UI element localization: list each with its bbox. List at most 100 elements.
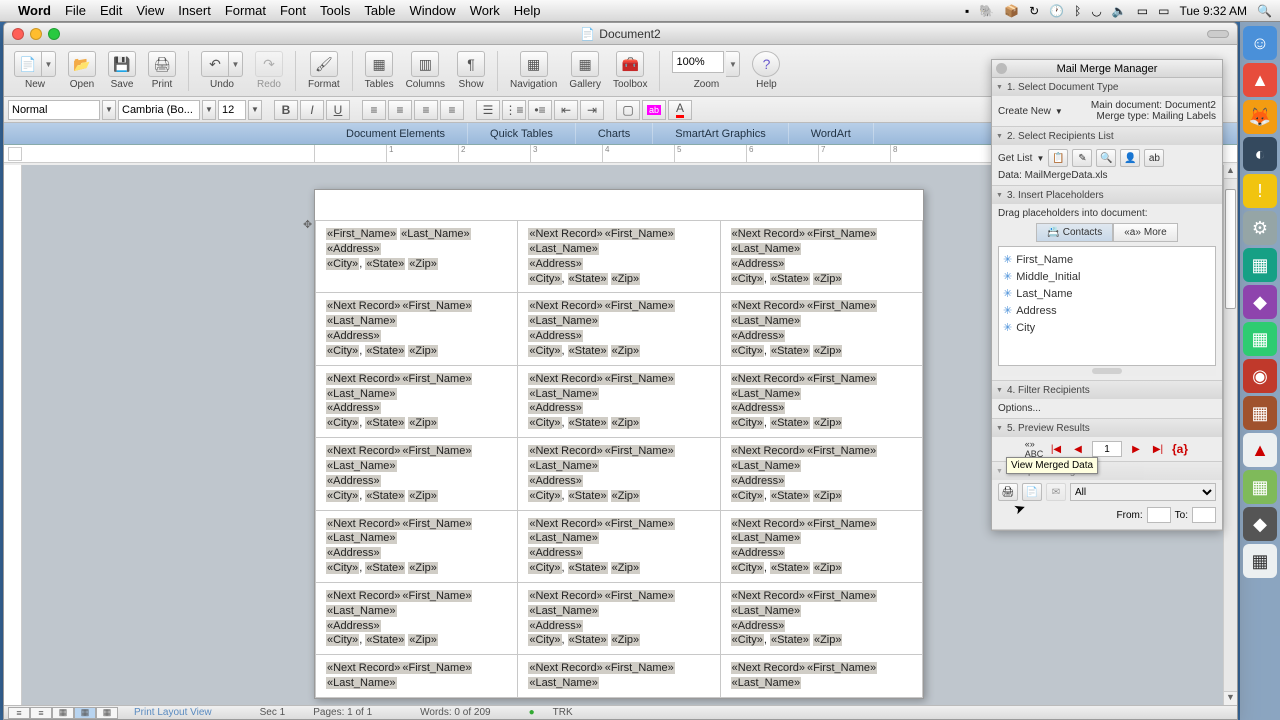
vertical-scrollbar[interactable]: ▲ ▼ <box>1223 165 1237 705</box>
menu-file[interactable]: File <box>65 3 86 18</box>
show-button[interactable]: ¶ <box>457 51 485 77</box>
first-record[interactable]: |◀ <box>1048 441 1064 457</box>
dock-app-11[interactable]: ▦ <box>1243 544 1277 578</box>
create-new-button[interactable]: Create New <box>998 106 1051 117</box>
from-input[interactable] <box>1147 507 1171 523</box>
minimize-button[interactable] <box>30 28 42 40</box>
label-cell[interactable]: «Next Record»«First_Name»«Last_Name»«Add… <box>316 365 518 437</box>
navigation-button[interactable]: ▦ <box>520 51 548 77</box>
merge-doc-icon[interactable]: 📄 <box>1022 483 1042 501</box>
view-outline[interactable]: ≡ <box>30 707 52 719</box>
options-link[interactable]: Options... <box>998 403 1041 414</box>
merge-range-select[interactable]: All <box>1070 483 1216 501</box>
get-list-button[interactable]: Get List <box>998 153 1032 164</box>
format-button[interactable]: 🖌 <box>310 51 338 77</box>
trk-label[interactable]: TRK <box>553 707 573 718</box>
clock[interactable]: Tue 9:32 AM <box>1179 4 1247 18</box>
label-cell[interactable]: «Next Record»«First_Name»«Last_Name» <box>720 655 922 698</box>
mm-person-icon[interactable]: 👤 <box>1120 149 1140 167</box>
bluetooth-icon[interactable]: ᛒ <box>1074 4 1081 18</box>
titlebar[interactable]: Document2 <box>4 23 1237 45</box>
view-publishing[interactable]: ▦ <box>52 707 74 719</box>
menu-format[interactable]: Format <box>225 3 266 18</box>
bold-button[interactable]: B <box>274 100 298 120</box>
align-justify-button[interactable]: ≡ <box>440 100 464 120</box>
menu-insert[interactable]: Insert <box>178 3 211 18</box>
dock-app-5[interactable]: ◆ <box>1243 285 1277 319</box>
save-button[interactable]: 💾 <box>108 51 136 77</box>
menu-window[interactable]: Window <box>409 3 455 18</box>
label-cell[interactable]: «Next Record»«First_Name»«Last_Name»«Add… <box>518 365 720 437</box>
label-cell[interactable]: «Next Record»«First_Name»«Last_Name» <box>518 655 720 698</box>
vertical-ruler[interactable] <box>4 165 22 705</box>
view-notebook[interactable]: ▦ <box>96 707 118 719</box>
next-record[interactable]: ▶ <box>1128 441 1144 457</box>
dock-app-7[interactable]: ◉ <box>1243 359 1277 393</box>
field-city[interactable]: City <box>1003 319 1211 336</box>
toolbox-button[interactable]: 🧰 <box>616 51 644 77</box>
dock-app-10[interactable]: ◆ <box>1243 507 1277 541</box>
dock-app-2[interactable]: ◐ <box>1243 137 1277 171</box>
style-select[interactable]: Normal <box>8 100 100 120</box>
page[interactable]: ✥ «First_Name» «Last_Name»«Address»«City… <box>314 189 924 699</box>
undo-button[interactable]: ↶ <box>201 51 229 77</box>
evernote-icon[interactable]: 🐘 <box>979 4 994 18</box>
label-cell[interactable]: «Next Record»«First_Name»«Last_Name»«Add… <box>518 221 720 293</box>
font-select[interactable]: Cambria (Bo... <box>118 100 200 120</box>
last-record[interactable]: ▶| <box>1150 441 1166 457</box>
size-select[interactable]: 12 <box>218 100 246 120</box>
tab-charts[interactable]: Charts <box>576 123 653 144</box>
spell-icon[interactable]: ● <box>529 707 535 718</box>
highlight-button[interactable]: ab <box>642 100 666 120</box>
mm-section-4[interactable]: 4. Filter Recipients <box>992 381 1222 399</box>
label-cell[interactable]: «Next Record»«First_Name»«Last_Name»«Add… <box>316 510 518 582</box>
sync-icon[interactable]: ↻ <box>1029 4 1039 18</box>
mm-pencil-icon[interactable]: ✎ <box>1072 149 1092 167</box>
spotlight-icon[interactable]: 🔍 <box>1257 4 1272 18</box>
view-merged-button[interactable]: «»ABC <box>1026 441 1042 457</box>
align-center-button[interactable]: ≡ <box>388 100 412 120</box>
dock-app-4[interactable]: ▦ <box>1243 248 1277 282</box>
prev-record[interactable]: ◀ <box>1070 441 1086 457</box>
zoom-dropdown[interactable]: ▼ <box>726 51 740 77</box>
expand-handle[interactable] <box>998 366 1216 376</box>
label-cell[interactable]: «Next Record»«First_Name»«Last_Name»«Add… <box>518 438 720 510</box>
view-normal[interactable]: ≡ <box>8 707 30 719</box>
timemachine-icon[interactable]: 🕐 <box>1049 4 1064 18</box>
undo-dropdown[interactable]: ▼ <box>229 51 243 77</box>
table-move-handle[interactable]: ✥ <box>303 218 312 231</box>
dock-app-6[interactable]: ▦ <box>1243 322 1277 356</box>
menu-help[interactable]: Help <box>514 3 541 18</box>
status-icon[interactable]: ▪ <box>965 4 969 18</box>
underline-button[interactable]: U <box>326 100 350 120</box>
dock-acrobat[interactable]: ▲ <box>1243 433 1277 467</box>
field-address[interactable]: Address <box>1003 302 1211 319</box>
mm-section-2[interactable]: 2. Select Recipients List <box>992 127 1222 145</box>
label-cell[interactable]: «Next Record»«First_Name»«Last_Name» <box>316 655 518 698</box>
menu-table[interactable]: Table <box>364 3 395 18</box>
mm-edit-icon[interactable]: 📋 <box>1048 149 1068 167</box>
close-button[interactable] <box>12 28 24 40</box>
label-cell[interactable]: «Next Record»«First_Name»«Last_Name»«Add… <box>720 510 922 582</box>
columns-button[interactable]: ▥ <box>411 51 439 77</box>
label-cell[interactable]: «Next Record»«First_Name»«Last_Name»«Add… <box>720 582 922 654</box>
font-color-button[interactable]: A <box>668 100 692 120</box>
abc-button[interactable]: {a} <box>1172 442 1188 456</box>
mm-find-icon[interactable]: 🔍 <box>1096 149 1116 167</box>
menu-tools[interactable]: Tools <box>320 3 350 18</box>
dock-finder[interactable]: ☺ <box>1243 26 1277 60</box>
menu-font[interactable]: Font <box>280 3 306 18</box>
labels-table[interactable]: «First_Name» «Last_Name»«Address»«City»,… <box>315 220 923 698</box>
view-print-layout[interactable]: ▦ <box>74 707 96 719</box>
dock-firefox[interactable]: 🦊 <box>1243 100 1277 134</box>
record-number[interactable] <box>1092 441 1122 457</box>
mm-ab-icon[interactable]: ab <box>1144 149 1164 167</box>
font-drop[interactable]: ▼ <box>202 100 216 120</box>
help-button[interactable]: ? <box>752 51 780 77</box>
label-cell[interactable]: «Next Record»«First_Name»«Last_Name»«Add… <box>316 293 518 365</box>
label-cell[interactable]: «Next Record»«First_Name»«Last_Name»«Add… <box>720 221 922 293</box>
field-middle-initial[interactable]: Middle_Initial <box>1003 268 1211 285</box>
toolbar-pill[interactable] <box>1207 30 1229 38</box>
numbering-button[interactable]: ⋮≡ <box>502 100 526 120</box>
display-icon[interactable]: ▭ <box>1137 4 1148 18</box>
